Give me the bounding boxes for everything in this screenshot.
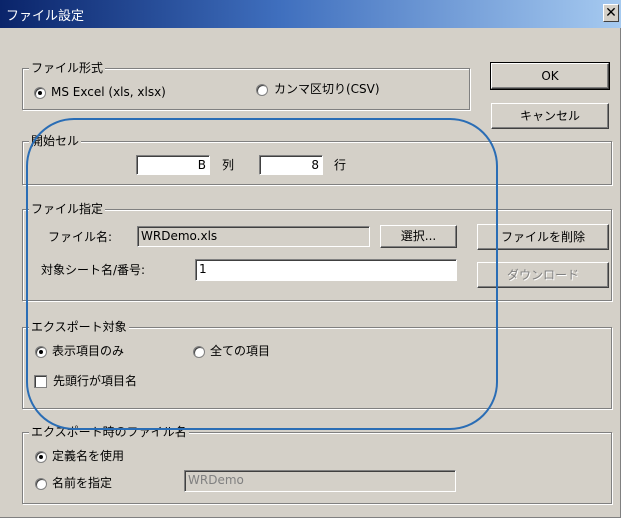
header-row-label[interactable]: 先頭行が項目名 — [53, 373, 137, 389]
start-column-input[interactable]: B — [136, 155, 210, 175]
export-target-group: エクスポート対象 — [22, 319, 612, 409]
radio-specify-name[interactable] — [35, 478, 47, 490]
radio-visible-items-label[interactable]: 表示項目のみ — [52, 343, 124, 359]
radio-ms-excel[interactable] — [34, 87, 46, 99]
export-filename-group: エクスポート時のファイル名 — [22, 424, 612, 504]
sheet-input[interactable]: 1 — [195, 259, 457, 281]
file-settings-dialog: ファイル設定 ✕ ファイル形式 MS Excel (xls, xlsx) カンマ… — [0, 0, 621, 518]
radio-defined-name[interactable] — [35, 451, 47, 463]
cancel-button[interactable]: キャンセル — [491, 103, 609, 129]
radio-all-items-label[interactable]: 全ての項目 — [210, 343, 270, 359]
radio-csv-label[interactable]: カンマ区切り(CSV) — [274, 81, 380, 97]
column-label: 列 — [222, 158, 235, 172]
ok-button[interactable]: OK — [490, 62, 610, 90]
window-title: ファイル設定 — [6, 9, 85, 24]
download-button: ダウンロード — [477, 262, 609, 288]
file-format-title: ファイル形式 — [29, 60, 106, 76]
start-cell-title: 開始セル — [29, 133, 82, 149]
radio-csv[interactable] — [256, 84, 268, 96]
radio-specify-name-label[interactable]: 名前を指定 — [52, 475, 112, 491]
close-icon[interactable]: ✕ — [603, 4, 619, 22]
filename-label: ファイル名: — [48, 230, 113, 244]
radio-defined-name-label[interactable]: 定義名を使用 — [52, 448, 124, 464]
export-filename-title: エクスポート時のファイル名 — [29, 424, 189, 440]
radio-all-items[interactable] — [193, 346, 205, 358]
title-bar[interactable]: ファイル設定 ✕ — [0, 0, 621, 28]
row-label: 行 — [334, 158, 347, 172]
export-name-input: WRDemo — [184, 470, 456, 492]
start-row-input[interactable]: 8 — [259, 155, 323, 175]
sheet-label: 対象シート名/番号: — [41, 263, 146, 277]
radio-ms-excel-label[interactable]: MS Excel (xls, xlsx) — [51, 84, 166, 100]
radio-visible-items[interactable] — [35, 346, 47, 358]
filename-field: WRDemo.xls — [137, 226, 370, 247]
select-file-button[interactable]: 選択... — [380, 225, 457, 248]
delete-file-button[interactable]: ファイルを削除 — [477, 224, 609, 250]
header-row-checkbox[interactable] — [34, 375, 47, 388]
export-target-title: エクスポート対象 — [29, 319, 129, 335]
file-spec-title: ファイル指定 — [29, 201, 106, 217]
